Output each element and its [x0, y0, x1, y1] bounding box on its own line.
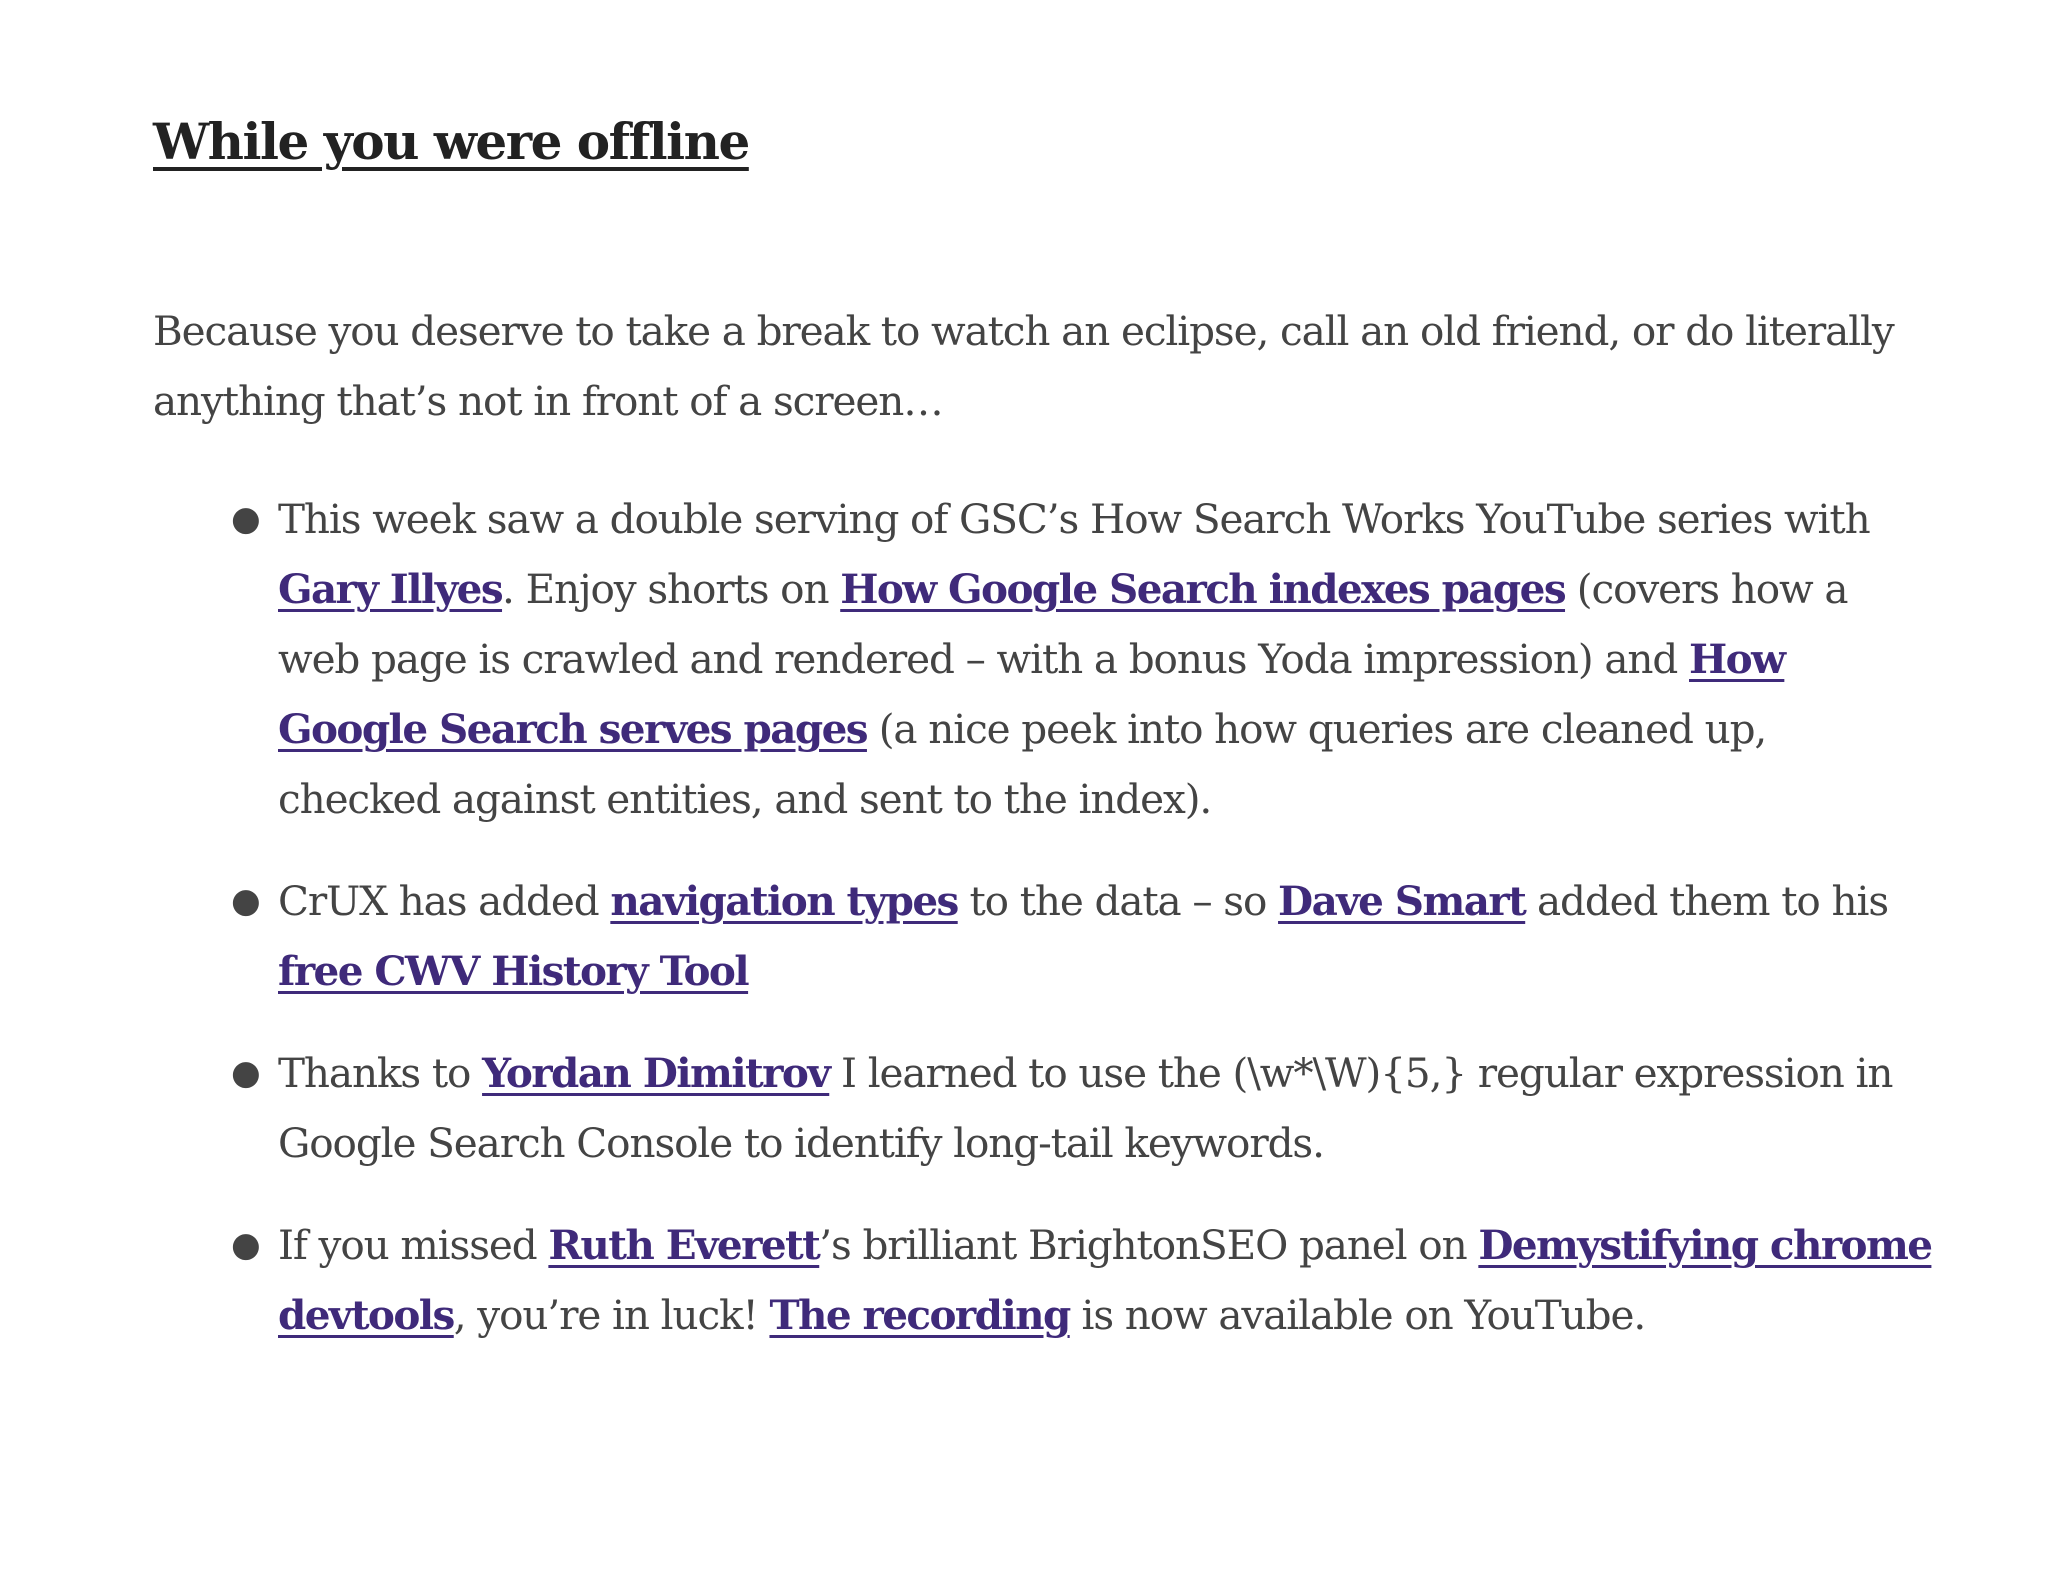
text-run: Thanks to: [278, 1049, 483, 1097]
text-run: CrUX has added: [278, 877, 611, 925]
list-item-text: If you missed Ruth Everett’s brilliant B…: [278, 1221, 1933, 1339]
text-run: , you’re in luck!: [453, 1291, 770, 1339]
updates-list: ● This week saw a double serving of GSC’s…: [231, 484, 1938, 1382]
text-run: added them to his: [1525, 877, 1889, 925]
bullet-icon: ●: [231, 1053, 261, 1093]
intro-paragraph: Because you deserve to take a break to w…: [153, 307, 1895, 425]
link-free-cwv-history-tool[interactable]: free CWV History Tool: [278, 947, 750, 995]
text-run: This week saw a double serving of GSC’s …: [278, 495, 1871, 543]
text-run: . Enjoy shorts on: [502, 565, 841, 613]
bullet-icon: ●: [231, 1225, 261, 1265]
text-run: is now available on YouTube.: [1069, 1291, 1646, 1339]
text-run: to the data – so: [957, 877, 1279, 925]
list-item: ● Thanks to Yordan Dimitrov I learned to …: [231, 1038, 1938, 1178]
link-how-google-search-indexes-pages[interactable]: How Google Search indexes pages: [840, 565, 1566, 613]
list-item-text: CrUX has added navigation types to the d…: [278, 877, 1889, 995]
bullet-icon: ●: [231, 881, 261, 921]
list-item: ● If you missed Ruth Everett’s brilliant …: [231, 1210, 1938, 1350]
link-dave-smart[interactable]: Dave Smart: [1278, 877, 1527, 925]
link-ruth-everett[interactable]: Ruth Everett: [548, 1221, 820, 1269]
link-the-recording[interactable]: The recording: [769, 1291, 1071, 1339]
list-item-text: This week saw a double serving of GSC’s …: [278, 495, 1871, 823]
list-item: ● CrUX has added navigation types to the …: [231, 866, 1938, 1006]
list-item: ● This week saw a double serving of GSC’s…: [231, 484, 1938, 834]
link-yordan-dimitrov[interactable]: Yordan Dimitrov: [482, 1049, 831, 1097]
text-run: ’s brilliant BrightonSEO panel on: [819, 1221, 1479, 1269]
link-gary-illyes[interactable]: Gary Illyes: [278, 565, 504, 613]
list-item-text: Thanks to Yordan Dimitrov I learned to u…: [278, 1049, 1893, 1167]
link-navigation-types[interactable]: navigation types: [610, 877, 959, 925]
section-heading: While you were offline: [153, 112, 750, 171]
text-run: If you missed: [278, 1221, 549, 1269]
bullet-icon: ●: [231, 499, 261, 539]
